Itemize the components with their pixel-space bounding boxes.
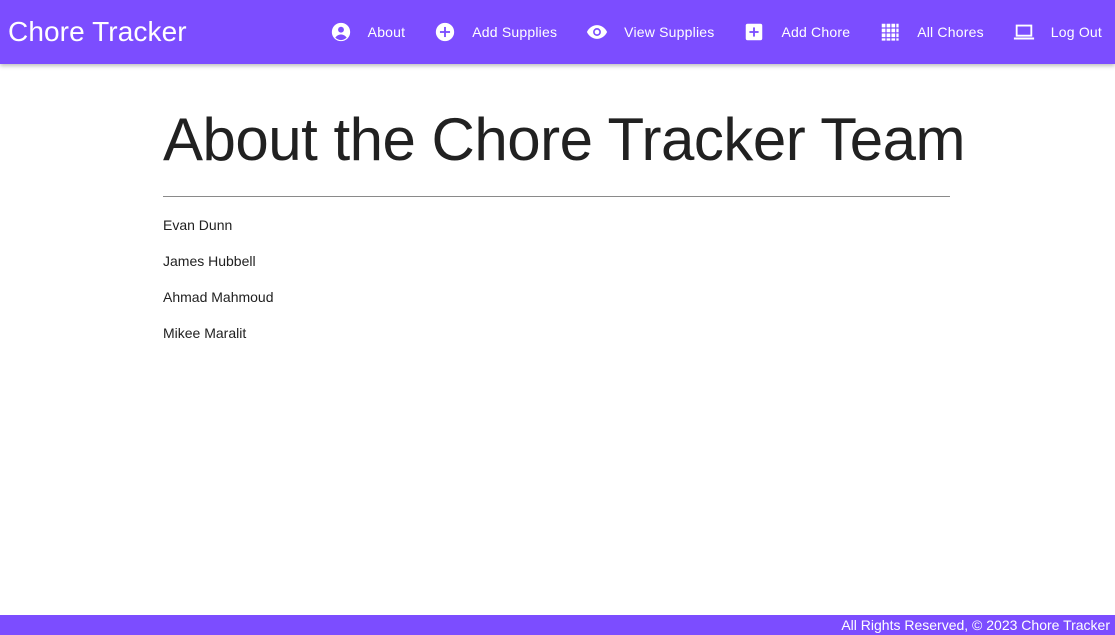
team-member-item: Evan Dunn bbox=[163, 217, 233, 233]
team-member-item: James Hubbell bbox=[163, 253, 256, 269]
nav-all-chores-button[interactable]: All Chores bbox=[863, 0, 997, 64]
app-bar: Chore Tracker About Add Supplies View Su… bbox=[0, 0, 1115, 64]
laptop-icon bbox=[1013, 21, 1035, 43]
nav-add-supplies-label: Add Supplies bbox=[472, 24, 558, 40]
footer-copyright: All Rights Reserved, © 2023 Chore Tracke… bbox=[841, 617, 1110, 633]
nav-add-supplies-button[interactable]: Add Supplies bbox=[418, 0, 570, 64]
nav-add-chore-label: Add Chore bbox=[781, 24, 851, 40]
main-content: About the Chore Tracker Team Evan Dunn J… bbox=[163, 64, 965, 359]
nav-about-button[interactable]: About bbox=[314, 0, 419, 64]
apps-grid-icon bbox=[879, 21, 901, 43]
account-circle-icon bbox=[330, 21, 352, 43]
nav-view-supplies-button[interactable]: View Supplies bbox=[570, 0, 727, 64]
nav-bar: About Add Supplies View Supplies Add Cho… bbox=[314, 0, 1115, 64]
nav-add-chore-button[interactable]: Add Chore bbox=[727, 0, 863, 64]
nav-about-label: About bbox=[367, 24, 406, 40]
footer: All Rights Reserved, © 2023 Chore Tracke… bbox=[0, 615, 1115, 635]
add-box-icon bbox=[743, 21, 765, 43]
app-title[interactable]: Chore Tracker bbox=[8, 14, 187, 50]
eye-icon bbox=[586, 21, 608, 43]
team-member-item: Mikee Maralit bbox=[163, 325, 247, 341]
title-divider bbox=[163, 196, 950, 197]
page-title: About the Chore Tracker Team bbox=[163, 106, 965, 173]
nav-all-chores-label: All Chores bbox=[917, 24, 984, 40]
nav-log-out-label: Log Out bbox=[1050, 24, 1102, 40]
nav-view-supplies-label: View Supplies bbox=[624, 24, 715, 40]
nav-log-out-button[interactable]: Log Out bbox=[997, 0, 1115, 64]
team-member-item: Ahmad Mahmoud bbox=[163, 289, 274, 305]
add-circle-icon bbox=[434, 21, 456, 43]
team-member-list: Evan Dunn James Hubbell Ahmad Mahmoud Mi… bbox=[163, 215, 950, 343]
